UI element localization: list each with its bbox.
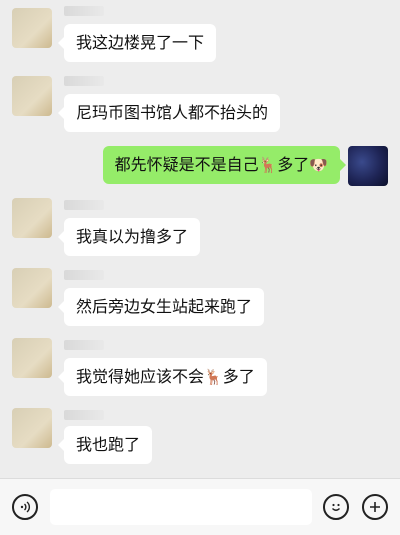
message-row: ▪▪▪ 然后旁边女生站起来跑了 [0,266,400,326]
sender-name: ▪▪▪ [64,270,104,280]
message-bubble[interactable]: 然后旁边女生站起来跑了 [57,288,265,326]
deer-emoji-icon: 🦌 [204,368,223,386]
dog-emoji-icon: 🐶 [309,156,328,174]
voice-icon[interactable] [12,494,38,520]
input-bar [0,478,400,535]
sender-name: ▪▪▪ [64,200,104,210]
deer-emoji-icon: 🦌 [258,156,278,174]
smiley-face-icon [332,503,340,511]
message-row: 都先怀疑是不是自己🦌多了🐶 [0,144,400,188]
voice-wave-icon [20,501,31,513]
message-row: ▪▪▪ 我也跑了 [0,406,400,466]
avatar[interactable] [12,268,52,308]
sender-name: ▪▪▪ [64,76,104,86]
message-row: ▪▪▪ 尼玛币图书馆人都不抬头的 [0,74,400,134]
message-row: ▪▪▪ 我真以为撸多了 [0,196,400,256]
message-text: 我觉得她应该不会 [76,367,205,386]
message-text: 多了 [222,367,255,386]
message-bubble[interactable]: 我真以为撸多了 [57,218,201,256]
message-text: 多了 [277,155,310,174]
message-row: ▪▪▪ 我这边楼晃了一下 [0,4,400,62]
message-row: ▪▪▪ 我觉得她应该不会🦌多了 [0,336,400,396]
my-avatar[interactable] [348,146,388,186]
avatar[interactable] [12,338,52,378]
plus-icon[interactable] [362,494,388,520]
message-bubble[interactable]: 我也跑了 [57,426,153,464]
avatar[interactable] [12,198,52,238]
emoji-icon[interactable] [323,494,349,520]
message-bubble[interactable]: 我这边楼晃了一下 [57,24,217,62]
message-bubble[interactable]: 我觉得她应该不会🦌多了 [58,358,267,396]
avatar[interactable] [12,8,52,48]
sender-name: ▪▪▪ [64,340,104,350]
message-input[interactable] [50,489,312,525]
chat-area: ▪▪▪ 我这边楼晃了一下 ▪▪▪ 尼玛币图书馆人都不抬头的 都先怀疑是不是自己🦌… [0,0,400,478]
sender-name: ▪▪▪ [64,6,104,16]
message-bubble-mine[interactable]: 都先怀疑是不是自己🦌多了🐶 [102,146,347,184]
sender-name: ▪▪▪ [64,410,104,420]
plus-sign-icon [370,502,380,512]
avatar[interactable] [12,408,52,448]
message-text: 都先怀疑是不是自己 [114,155,259,174]
avatar[interactable] [12,76,52,116]
message-bubble[interactable]: 尼玛币图书馆人都不抬头的 [57,94,281,132]
